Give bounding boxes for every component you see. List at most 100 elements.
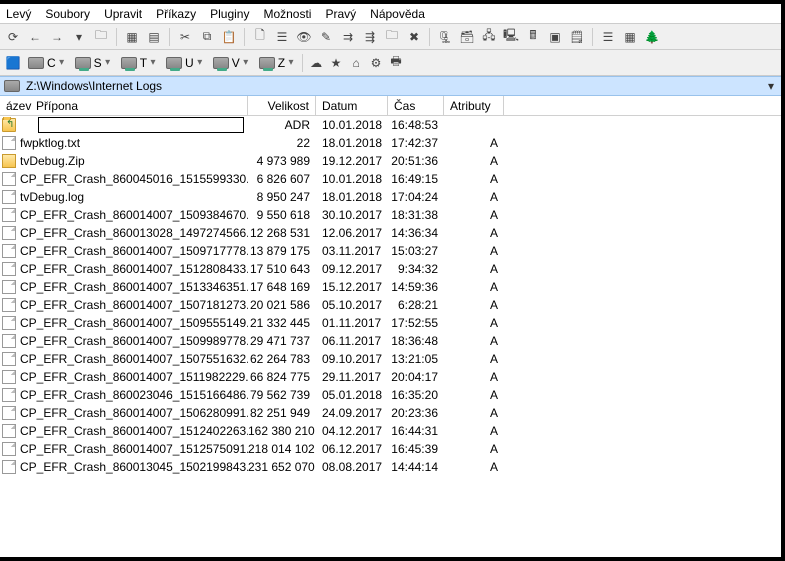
thumb-icon[interactable]: ▦ (621, 28, 639, 46)
dropdown-icon[interactable]: ▾ (70, 28, 88, 46)
cell-size: 82 251 949 (248, 406, 316, 420)
drive-c[interactable]: C▾ (24, 54, 69, 72)
drive-s[interactable]: S▾ (71, 54, 115, 72)
table-row[interactable]: ↰ADR10.01.201816:48:53 (0, 116, 781, 134)
menu-možnosti[interactable]: Možnosti (263, 7, 311, 21)
menu-upravit[interactable]: Upravit (104, 7, 142, 21)
table-row[interactable]: CP_EFR_Crash_860014007_1513346351.dmp17 … (0, 278, 781, 296)
separator (592, 28, 593, 46)
table-row[interactable]: CP_EFR_Crash_860014007_1507551632.dmp62 … (0, 350, 781, 368)
table-row[interactable]: CP_EFR_Crash_860014007_1509989778.dmp29 … (0, 332, 781, 350)
cell-attr: A (444, 442, 504, 456)
edit-icon[interactable]: ✎ (317, 28, 335, 46)
menu-pravý[interactable]: Pravý (325, 7, 356, 21)
table-row[interactable]: CP_EFR_Crash_860014007_1509384670.dmp9 5… (0, 206, 781, 224)
path-bar[interactable]: Z:\Windows\Internet Logs ▾ (0, 76, 781, 96)
table-row[interactable]: CP_EFR_Crash_860014007_1512808433.dmp17 … (0, 260, 781, 278)
copy2-icon[interactable]: ⇉ (339, 28, 357, 46)
move-icon[interactable]: ⇶ (361, 28, 379, 46)
cell-size: 29 471 737 (248, 334, 316, 348)
table-row[interactable]: CP_EFR_Crash_860014007_1511982229.dmp66 … (0, 368, 781, 386)
file-icon (2, 442, 16, 456)
props-icon[interactable]: ☰ (273, 28, 291, 46)
drive-z[interactable]: Z▾ (255, 54, 298, 72)
cell-date: 10.01.2018 (316, 172, 388, 186)
list-icon[interactable]: ☰ (599, 28, 617, 46)
header-date[interactable]: Datum (316, 96, 388, 115)
drive-letter: U (185, 56, 194, 70)
cell-size: 218 014 102 (248, 442, 316, 456)
cell-size: 231 652 070 (248, 460, 316, 474)
folder-tree-icon[interactable]: 🗀 (92, 28, 110, 46)
path-dropdown-icon[interactable]: ▾ (765, 79, 777, 93)
file-name: CP_EFR_Crash_860013028_1497274566.dmp (20, 226, 248, 240)
forward-icon[interactable]: → (48, 28, 66, 46)
view-icon[interactable]: 👁 (295, 28, 313, 46)
terminal-icon[interactable]: ▣ (546, 28, 564, 46)
delete-icon[interactable]: ✖ (405, 28, 423, 46)
drive-icon (166, 57, 182, 69)
table-row[interactable]: tvDebug.Zip4 973 98919.12.201720:51:36A (0, 152, 781, 170)
table-row[interactable]: CP_EFR_Crash_860023046_1515166486.dmp79 … (0, 386, 781, 404)
file-icon (2, 460, 16, 474)
app-icon[interactable]: ⚙ (367, 54, 385, 72)
cell-date: 01.11.2017 (316, 316, 388, 330)
archive-icon (2, 154, 16, 168)
grid-icon[interactable]: ▦ (123, 28, 141, 46)
back-icon[interactable]: ← (26, 28, 44, 46)
copy-icon[interactable]: ⧉ (198, 28, 216, 46)
drive-u[interactable]: U▾ (162, 54, 207, 72)
menu-soubory[interactable]: Soubory (45, 7, 90, 21)
table-row[interactable]: CP_EFR_Crash_860014007_1507181273.dmp20 … (0, 296, 781, 314)
newfolder-icon[interactable]: 🗀 (383, 28, 401, 46)
reload-icon[interactable]: ⟳ (4, 28, 22, 46)
header-name[interactable]: ázev Přípona (0, 96, 248, 115)
menu-pluginy[interactable]: Pluginy (210, 7, 249, 21)
tree-icon[interactable]: 🌲 (643, 28, 661, 46)
file-icon (2, 316, 16, 330)
compress-icon[interactable]: 🗜 (436, 28, 454, 46)
table-row[interactable]: CP_EFR_Crash_860013045_1502199843.dmp231… (0, 458, 781, 476)
cut-icon[interactable]: ✂ (176, 28, 194, 46)
extract-icon[interactable]: 🗃 (458, 28, 476, 46)
cell-size: 12 268 531 (248, 226, 316, 240)
table-row[interactable]: CP_EFR_Crash_860014007_1509555149.dmp21 … (0, 314, 781, 332)
table-row[interactable]: CP_EFR_Crash_860013028_1497274566.dmp12 … (0, 224, 781, 242)
drive-t[interactable]: T▾ (117, 54, 160, 72)
paste-icon[interactable]: 📋 (220, 28, 238, 46)
rename-input[interactable] (38, 117, 244, 133)
menu-nápověda[interactable]: Nápověda (370, 7, 425, 21)
header-size[interactable]: Velikost (248, 96, 316, 115)
separator (116, 28, 117, 46)
drive-icon (121, 57, 137, 69)
network-icon[interactable]: 🖳 (502, 28, 520, 46)
drive-v[interactable]: V▾ (209, 54, 253, 72)
menu-příkazy[interactable]: Příkazy (156, 7, 196, 21)
file-icon (2, 388, 16, 402)
cell-attr: A (444, 460, 504, 474)
table-row[interactable]: CP_EFR_Crash_860014007_1506280991.dmp82 … (0, 404, 781, 422)
file-icon (2, 280, 16, 294)
header-time[interactable]: Čas (388, 96, 444, 115)
notepad-icon[interactable]: 🗒 (568, 28, 586, 46)
table-row[interactable]: fwpktlog.txt2218.01.201817:42:37A (0, 134, 781, 152)
cell-time: 6:28:21 (388, 298, 444, 312)
new-icon[interactable]: 🗋 (251, 28, 269, 46)
header-attr[interactable]: Atributy (444, 96, 504, 115)
home-icon[interactable]: ⌂ (347, 54, 365, 72)
table-row[interactable]: CP_EFR_Crash_860014007_1512402263.dmp162… (0, 422, 781, 440)
table-row[interactable]: CP_EFR_Crash_860014007_1509717778.dmp13 … (0, 242, 781, 260)
cell-time: 16:35:20 (388, 388, 444, 402)
calc-icon[interactable]: 🖩 (524, 28, 542, 46)
file-list[interactable]: ↰ADR10.01.201816:48:53fwpktlog.txt2218.0… (0, 116, 781, 557)
print-icon[interactable]: 🖶 (387, 54, 405, 72)
table-row[interactable]: CP_EFR_Crash_860014007_1512575091.dmp218… (0, 440, 781, 458)
cloud-icon[interactable]: ☁ (307, 54, 325, 72)
cell-size: 62 264 783 (248, 352, 316, 366)
table-row[interactable]: tvDebug.log8 950 24718.01.201817:04:24A (0, 188, 781, 206)
ftp-icon[interactable]: 🖧 (480, 28, 498, 46)
fav-icon[interactable]: ★ (327, 54, 345, 72)
grid2-icon[interactable]: ▤ (145, 28, 163, 46)
menu-levý[interactable]: Levý (6, 7, 31, 21)
table-row[interactable]: CP_EFR_Crash_860045016_1515599330.dmp6 8… (0, 170, 781, 188)
